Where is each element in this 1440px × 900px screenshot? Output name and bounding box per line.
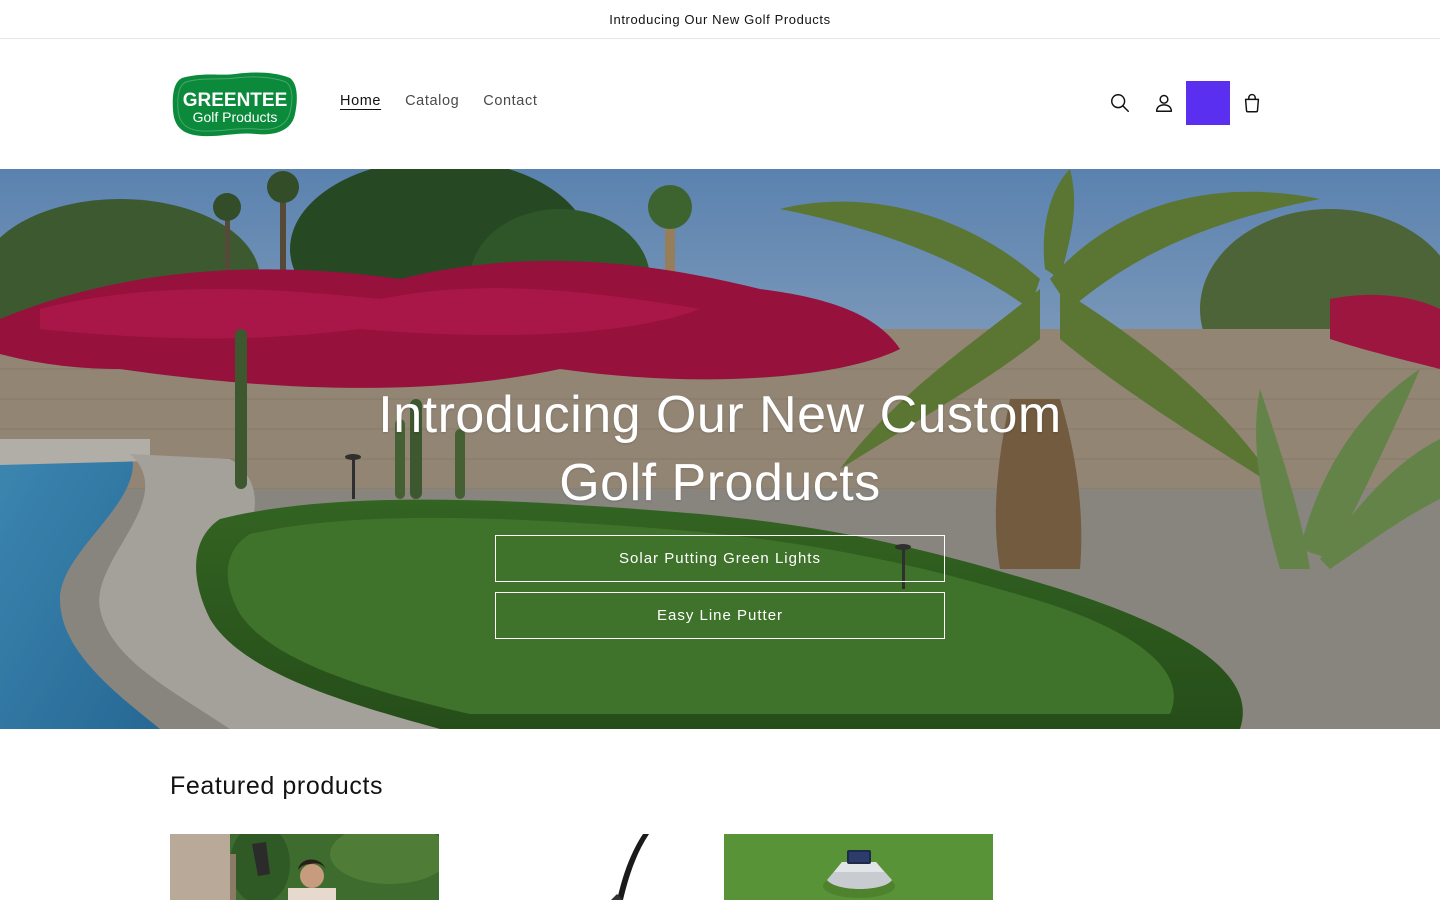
product-image-woman-golfer [170, 834, 439, 900]
product-image-putter [447, 834, 716, 900]
product-card[interactable] [447, 834, 716, 900]
product-image-solar-light [724, 834, 993, 900]
main-nav: Home Catalog Contact [340, 93, 537, 109]
hero-banner: Introducing Our New Custom Golf Products… [0, 169, 1440, 729]
announcement-text[interactable]: Introducing Our New Golf Products [609, 12, 830, 27]
featured-products-title: Featured products [170, 772, 384, 800]
logo-line2: Golf Products [193, 109, 278, 125]
logo-line1: GREENTEE [183, 90, 288, 111]
site-logo[interactable]: GREENTEE Golf Products [172, 70, 298, 138]
cart-icon [1244, 93, 1260, 113]
hero-button-solar-lights[interactable]: Solar Putting Green Lights [495, 535, 945, 582]
cart-button[interactable] [1230, 81, 1274, 125]
search-icon [1111, 94, 1129, 112]
nav-catalog[interactable]: Catalog [405, 93, 459, 109]
search-button[interactable] [1098, 81, 1142, 125]
accent-button[interactable] [1186, 81, 1230, 125]
announcement-bar[interactable]: Introducing Our New Golf Products [0, 0, 1440, 39]
logo-icon: GREENTEE Golf Products [172, 72, 297, 137]
product-card[interactable] [170, 834, 439, 900]
hero-button-easy-line-putter[interactable]: Easy Line Putter [495, 592, 945, 639]
nav-contact[interactable]: Contact [483, 93, 537, 109]
nav-home[interactable]: Home [340, 93, 381, 109]
account-button[interactable] [1142, 81, 1186, 125]
product-card[interactable] [724, 834, 993, 900]
account-icon [1155, 94, 1173, 112]
site-header: GREENTEE Golf Products Home Catalog Cont… [0, 39, 1440, 169]
hero-title: Introducing Our New Custom Golf Products [378, 386, 1062, 512]
